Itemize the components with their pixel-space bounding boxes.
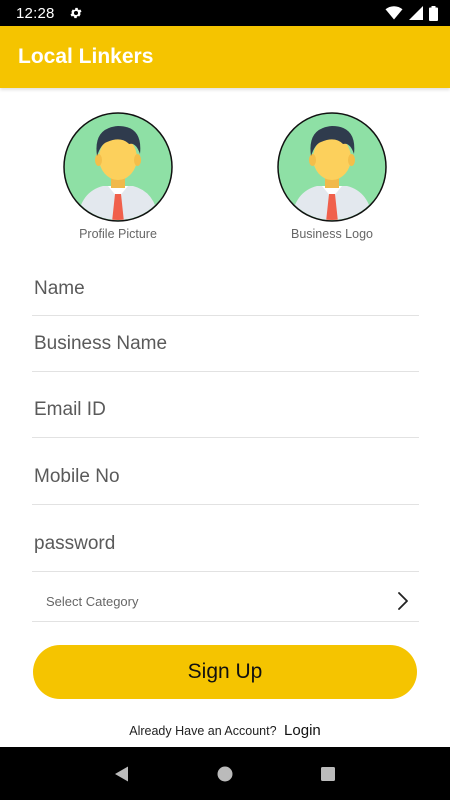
signal-icon [409, 6, 423, 20]
recents-icon [321, 766, 336, 781]
business-logo-picker[interactable]: Business Logo [262, 112, 402, 241]
person-avatar-icon[interactable] [277, 112, 387, 222]
password-placeholder: password [34, 532, 116, 554]
business-name-placeholder: Business Name [34, 333, 168, 354]
mobile-placeholder: Mobile No [34, 466, 120, 487]
chevron-right-icon [398, 592, 408, 610]
category-select[interactable]: Select Category [32, 581, 419, 622]
status-bar: 12:28 [0, 0, 450, 26]
category-placeholder: Select Category [46, 593, 139, 609]
battery-icon [429, 5, 438, 21]
sign-up-label: Sign Up [187, 660, 263, 683]
password-field[interactable]: password [32, 516, 419, 572]
status-time: 12:28 [16, 4, 55, 22]
name-placeholder: Name [34, 277, 85, 299]
settings-gear-icon [70, 7, 82, 19]
app-title: Local Linkers [18, 45, 154, 68]
business-name-field[interactable]: Business Name [32, 317, 419, 372]
email-field[interactable]: Email ID [32, 383, 419, 438]
wifi-icon [385, 6, 403, 20]
profile-picture-picker[interactable]: Profile Picture [48, 112, 188, 241]
name-field[interactable]: Name [32, 262, 419, 316]
email-placeholder: Email ID [34, 399, 106, 420]
home-icon [217, 766, 233, 781]
app-bar: Local Linkers [0, 26, 450, 88]
home-button[interactable] [215, 764, 235, 784]
back-button[interactable] [112, 764, 132, 784]
sign-up-button[interactable]: Sign Up [33, 645, 417, 699]
back-icon [114, 766, 128, 781]
business-logo-label: Business Logo [290, 227, 373, 241]
login-link[interactable]: Login [284, 722, 321, 739]
person-avatar-icon[interactable] [63, 112, 173, 222]
login-prompt: Already Have an Account? Login [0, 722, 450, 739]
login-prompt-text: Already Have an Account? [129, 724, 277, 738]
profile-picture-label: Profile Picture [79, 227, 157, 241]
mobile-field[interactable]: Mobile No [32, 450, 419, 505]
recents-button[interactable] [318, 764, 338, 784]
system-nav-bar [0, 747, 450, 800]
